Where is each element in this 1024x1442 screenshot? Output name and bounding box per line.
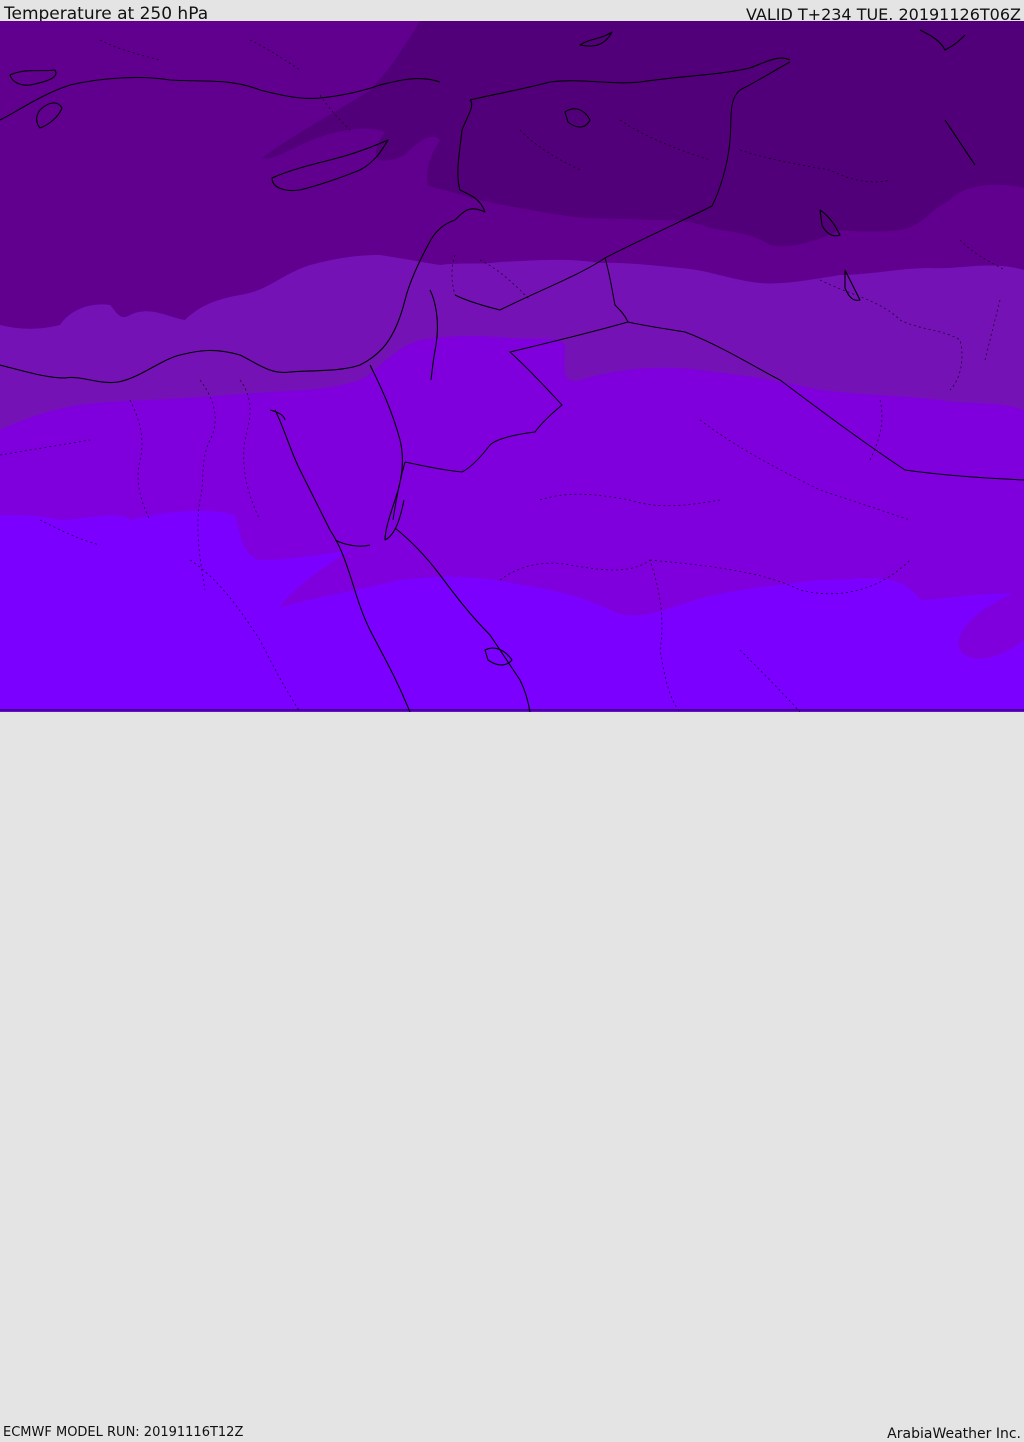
credit-label: ArabiaWeather Inc. [887, 1426, 1021, 1442]
weather-map[interactable] [0, 21, 1024, 712]
header-bar: Temperature at 250 hPa VALID T+234 TUE. … [0, 0, 1024, 24]
footer-bar: ECMWF MODEL RUN: 20191116T12Z ArabiaWeat… [0, 712, 1024, 1442]
model-run-label: ECMWF MODEL RUN: 20191116T12Z [3, 1425, 244, 1440]
